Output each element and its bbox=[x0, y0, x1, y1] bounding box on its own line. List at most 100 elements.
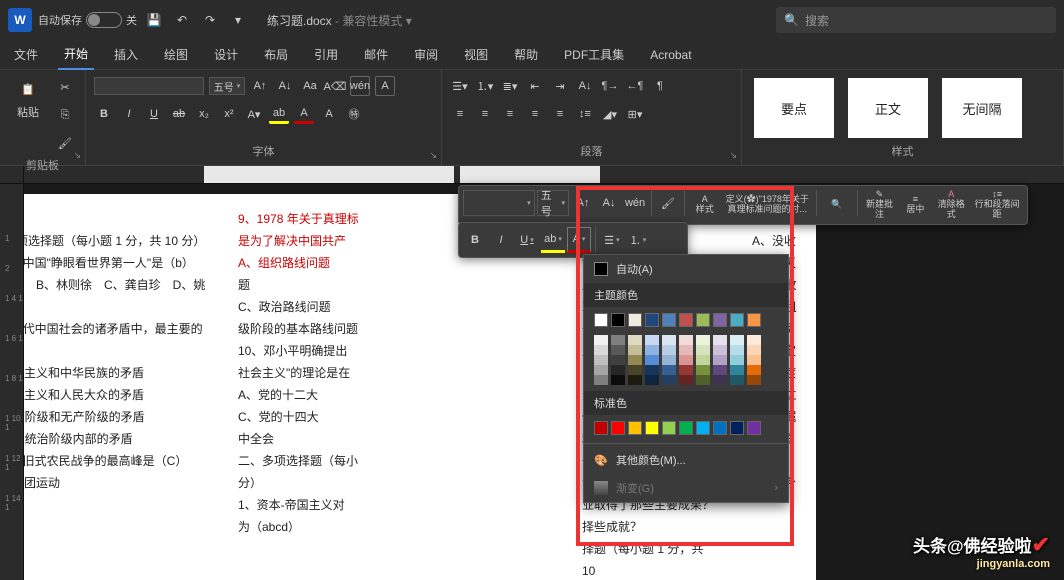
show-marks-icon[interactable]: ¶ bbox=[650, 76, 670, 96]
bold-button[interactable]: B bbox=[94, 104, 114, 124]
superscript-button[interactable]: x² bbox=[219, 104, 239, 124]
style-card-2[interactable]: 正文 bbox=[848, 78, 928, 138]
char-shading-icon[interactable]: A bbox=[319, 104, 339, 124]
mini-bold-button[interactable]: B bbox=[463, 227, 487, 253]
justify-icon[interactable]: ≡ bbox=[525, 104, 545, 124]
color-swatch[interactable] bbox=[713, 365, 727, 375]
color-swatch[interactable] bbox=[713, 421, 727, 435]
color-swatch[interactable] bbox=[594, 375, 608, 385]
color-swatch[interactable] bbox=[628, 345, 642, 355]
mini-italic-button[interactable]: I bbox=[489, 227, 513, 253]
page-col-2[interactable]: 9、1978 年关于真理标 是为了解决中国共产 A、组织路线问题 题 C、政治路… bbox=[222, 194, 382, 580]
char-border-icon[interactable]: A bbox=[375, 76, 395, 96]
paste-button[interactable]: 📋 粘贴 bbox=[8, 76, 48, 120]
color-swatch[interactable] bbox=[747, 313, 761, 327]
color-swatch[interactable] bbox=[747, 345, 761, 355]
page-col-1[interactable]: 一、单项选择题（每小题 1 分，共 10 分） 1、近代中国"睁眼看世界第一人"… bbox=[24, 194, 222, 580]
color-swatch[interactable] bbox=[645, 421, 659, 435]
grow-font-icon[interactable]: A↑ bbox=[250, 76, 270, 96]
tab-review[interactable]: 审阅 bbox=[408, 40, 444, 69]
color-swatch[interactable] bbox=[747, 335, 761, 345]
shading-icon[interactable]: ◢▾ bbox=[600, 104, 620, 124]
color-swatch[interactable] bbox=[628, 375, 642, 385]
color-swatch[interactable] bbox=[645, 375, 659, 385]
color-swatch[interactable] bbox=[594, 335, 608, 345]
color-swatch[interactable] bbox=[594, 365, 608, 375]
gradient-item[interactable]: 渐变(G) › bbox=[584, 474, 788, 502]
color-swatch[interactable] bbox=[747, 365, 761, 375]
mini-line-spacing-button[interactable]: ↕≡行和段落间距 bbox=[971, 190, 1023, 220]
mini-bullets-button[interactable]: ☰▾ bbox=[600, 227, 624, 253]
search-input[interactable]: 🔍 搜索 bbox=[776, 7, 1056, 33]
phonetic-guide-icon[interactable]: wén bbox=[350, 76, 370, 96]
mini-format-painter-icon[interactable]: 🖌 bbox=[656, 190, 680, 216]
clear-format-icon[interactable]: A⌫ bbox=[325, 76, 345, 96]
undo-icon[interactable]: ↶ bbox=[171, 9, 193, 31]
mini-phonetic-icon[interactable]: wén bbox=[623, 190, 647, 216]
color-swatch[interactable] bbox=[662, 365, 676, 375]
align-center-icon[interactable]: ≡ bbox=[475, 104, 495, 124]
color-swatch[interactable] bbox=[679, 355, 693, 365]
color-swatch[interactable] bbox=[730, 355, 744, 365]
color-swatch[interactable] bbox=[662, 313, 676, 327]
color-swatch[interactable] bbox=[628, 335, 642, 345]
color-swatch[interactable] bbox=[730, 375, 744, 385]
align-left-icon[interactable]: ≡ bbox=[450, 104, 470, 124]
style-card-1[interactable]: 要点 bbox=[754, 78, 834, 138]
dialog-launcher-icon[interactable]: ↘ bbox=[429, 150, 437, 161]
tab-file[interactable]: 文件 bbox=[8, 40, 44, 69]
mini-styles-button[interactable]: A样式 bbox=[689, 190, 721, 220]
color-swatch[interactable] bbox=[679, 345, 693, 355]
color-swatch[interactable] bbox=[713, 313, 727, 327]
color-swatch[interactable] bbox=[696, 355, 710, 365]
color-swatch[interactable] bbox=[696, 335, 710, 345]
color-swatch[interactable] bbox=[611, 365, 625, 375]
italic-button[interactable]: I bbox=[119, 104, 139, 124]
tab-design[interactable]: 设计 bbox=[208, 40, 244, 69]
autosave-toggle[interactable]: 自动保存 关 bbox=[38, 12, 137, 28]
vertical-ruler[interactable]: 1 2 1 4 1 1 6 1 1 8 1 1 10 1 1 12 1 1 14… bbox=[0, 184, 24, 580]
color-swatch[interactable] bbox=[679, 375, 693, 385]
color-swatch[interactable] bbox=[594, 355, 608, 365]
color-swatch[interactable] bbox=[730, 345, 744, 355]
color-swatch[interactable] bbox=[662, 355, 676, 365]
shrink-font-icon[interactable]: A↓ bbox=[275, 76, 295, 96]
color-swatch[interactable] bbox=[747, 421, 761, 435]
color-swatch[interactable] bbox=[730, 365, 744, 375]
mini-search-icon[interactable]: 🔍 bbox=[821, 190, 853, 220]
change-case-icon[interactable]: Aa bbox=[300, 76, 320, 96]
text-effects-icon[interactable]: A▾ bbox=[244, 104, 264, 124]
color-swatch[interactable] bbox=[747, 375, 761, 385]
color-swatch[interactable] bbox=[645, 313, 659, 327]
distribute-icon[interactable]: ≡ bbox=[550, 104, 570, 124]
style-card-3[interactable]: 无间隔 bbox=[942, 78, 1022, 138]
color-swatch[interactable] bbox=[662, 421, 676, 435]
color-swatch[interactable] bbox=[645, 365, 659, 375]
font-family-select[interactable] bbox=[94, 77, 204, 95]
horizontal-ruler[interactable] bbox=[0, 166, 1064, 184]
color-swatch[interactable] bbox=[713, 345, 727, 355]
copy-icon[interactable]: ⎘ bbox=[54, 104, 76, 126]
color-swatch[interactable] bbox=[628, 355, 642, 365]
color-swatch[interactable] bbox=[713, 375, 727, 385]
color-swatch[interactable] bbox=[628, 421, 642, 435]
tab-view[interactable]: 视图 bbox=[458, 40, 494, 69]
ltr-icon[interactable]: ¶→ bbox=[600, 76, 620, 96]
color-swatch[interactable] bbox=[696, 365, 710, 375]
tab-pdf[interactable]: PDF工具集 bbox=[558, 40, 630, 69]
mini-shrink-font-icon[interactable]: A↓ bbox=[597, 190, 621, 216]
color-swatch[interactable] bbox=[611, 355, 625, 365]
mini-font-size[interactable]: 五号▾ bbox=[537, 190, 569, 216]
color-swatch[interactable] bbox=[696, 421, 710, 435]
color-swatch[interactable] bbox=[730, 421, 744, 435]
color-swatch[interactable] bbox=[628, 365, 642, 375]
color-swatch[interactable] bbox=[611, 313, 625, 327]
tab-acrobat[interactable]: Acrobat bbox=[644, 42, 697, 68]
color-swatch[interactable] bbox=[611, 421, 625, 435]
mini-center-button[interactable]: ≡居中 bbox=[899, 190, 931, 220]
color-swatch[interactable] bbox=[594, 313, 608, 327]
save-icon[interactable]: 💾 bbox=[143, 9, 165, 31]
tab-help[interactable]: 帮助 bbox=[508, 40, 544, 69]
subscript-button[interactable]: x₂ bbox=[194, 104, 214, 124]
dialog-launcher-icon[interactable]: ↘ bbox=[729, 150, 737, 161]
